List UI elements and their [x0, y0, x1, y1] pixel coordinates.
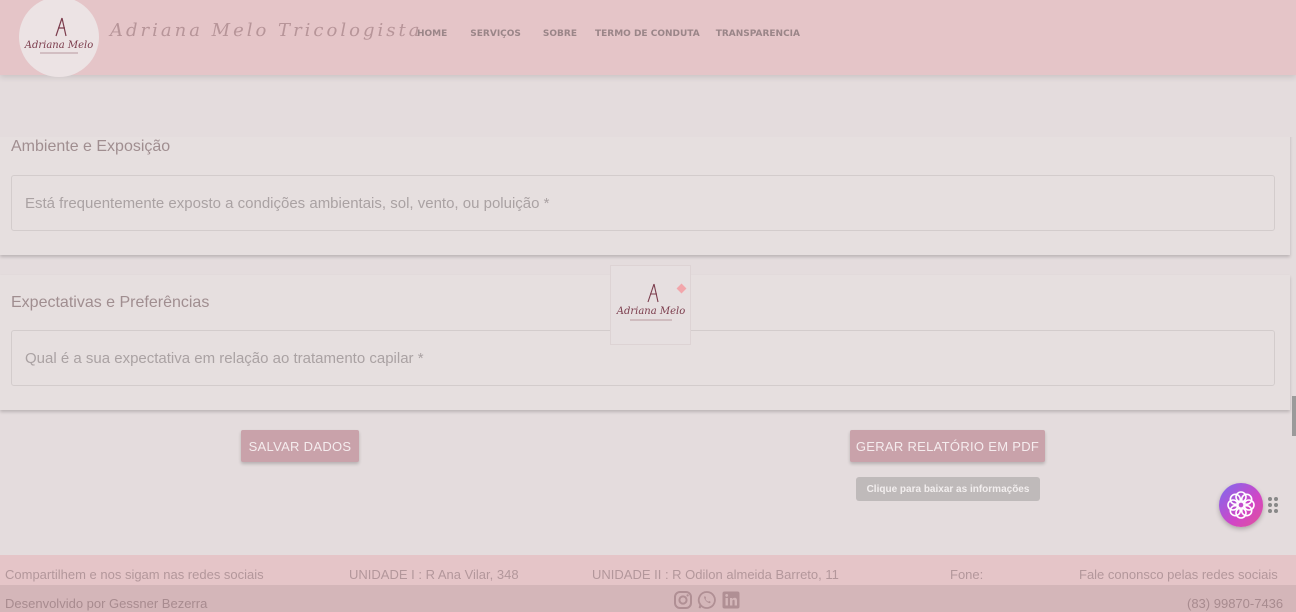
logo-mark-icon: Adriana Melo: [24, 17, 93, 54]
footer-unit-1: UNIDADE I : R Ana Vilar, 348: [349, 567, 519, 582]
site-logo[interactable]: Adriana Melo: [19, 0, 99, 77]
pdf-tooltip: Clique para baixar as informações: [856, 477, 1040, 501]
instagram-icon[interactable]: [673, 590, 693, 610]
footer-developer-credit[interactable]: Desenvolvido por Gessner Bezerra: [5, 596, 207, 611]
svg-text:Adriana Melo: Adriana Melo: [24, 40, 93, 51]
nav-conduct[interactable]: TERMO DE CONDUTA: [595, 29, 700, 39]
page-spacer: [0, 75, 1296, 137]
footer-phone-label: Fone:: [950, 567, 984, 582]
footer-share-text: Compartilhem e nos sigam nas redes socia…: [5, 567, 264, 582]
whatsapp-icon[interactable]: [697, 590, 717, 610]
section-title-environment: Ambiente e Exposição: [11, 138, 171, 155]
save-data-button[interactable]: SALVAR DADOS: [241, 430, 359, 462]
treatment-expectation-placeholder: Qual é a sua expectativa em relação ao t…: [25, 349, 424, 367]
footer-contact-text: Fale cononsco pelas redes sociais: [1079, 567, 1278, 582]
footer-unit-2: UNIDADE II : R Odilon almeida Barreto, 1…: [592, 567, 839, 582]
svg-text:Adriana Melo: Adriana Melo: [616, 306, 685, 317]
main-nav: HOME SERVIÇOS SOBRE TERMO DE CONDUTA TRA…: [417, 29, 815, 39]
social-links: [673, 590, 741, 610]
brand-title: Adriana Melo Tricologista: [110, 20, 423, 41]
section-title-expectations: Expectativas e Preferências: [11, 294, 210, 311]
generate-pdf-button[interactable]: GERAR RELATÓRIO EM PDF: [850, 430, 1045, 462]
nav-services[interactable]: SERVIÇOS: [470, 29, 521, 39]
footer-phone-number: (83) 99870-7436: [1187, 596, 1284, 611]
nav-transparency[interactable]: TRANSPARENCIA: [716, 29, 800, 39]
linkedin-icon[interactable]: [721, 590, 741, 610]
accessibility-widget-button[interactable]: [1219, 483, 1263, 527]
site-header: Adriana Melo Adriana Melo Tricologista H…: [0, 0, 1296, 77]
environment-exposure-field[interactable]: Está frequentemente exposto a condições …: [11, 175, 1275, 231]
logo-mark-icon: Adriana Melo: [616, 283, 685, 321]
center-logo: Adriana Melo: [610, 265, 691, 345]
drag-handle-icon[interactable]: [1268, 497, 1279, 513]
scrollbar[interactable]: [1292, 396, 1296, 436]
environment-exposure-placeholder: Está frequentemente exposto a condições …: [25, 194, 550, 212]
nav-about[interactable]: SOBRE: [543, 29, 577, 39]
nav-home[interactable]: HOME: [417, 29, 447, 39]
flower-widget-icon: [1227, 491, 1255, 519]
